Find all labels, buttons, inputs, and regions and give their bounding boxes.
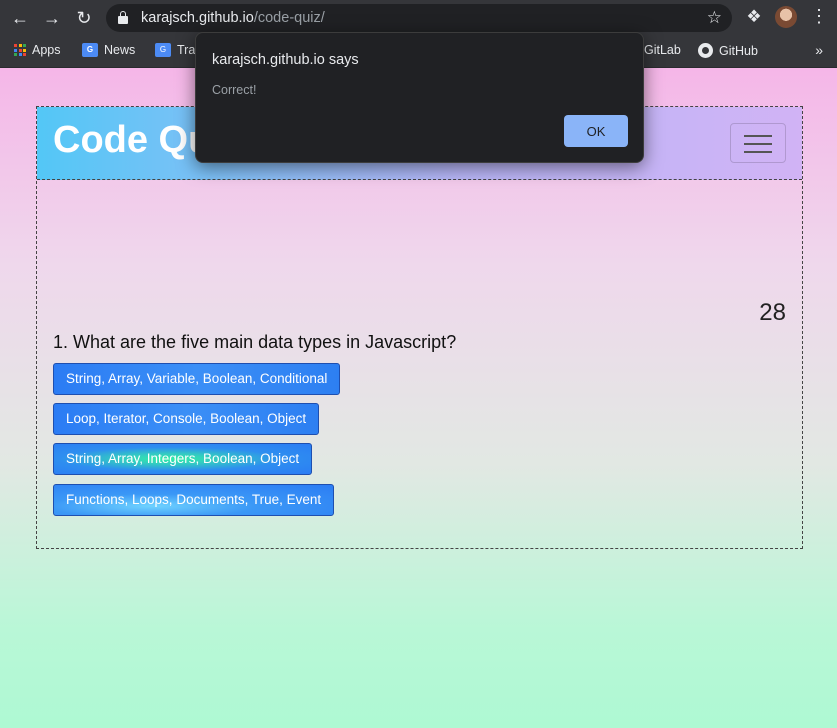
answer-button[interactable]: String, Array, Variable, Boolean, Condit…: [53, 363, 341, 395]
dialog-message: Correct!: [212, 83, 257, 97]
answer-button[interactable]: String, Array, Integers, Boolean, Object: [53, 443, 313, 475]
bookmark-label: GitHub: [719, 43, 758, 58]
puzzle-icon[interactable]: ❖: [744, 7, 764, 27]
apps-grid-icon: [14, 44, 26, 56]
forward-arrow-icon[interactable]: →: [40, 6, 64, 30]
bookmark-translate[interactable]: G Tra: [155, 43, 195, 57]
google-news-icon: G: [82, 43, 98, 57]
quiz-container: Code Quiz 28 1. What are the five main d…: [36, 106, 803, 549]
bookmarks-overflow-icon[interactable]: »: [815, 42, 823, 58]
github-icon: [698, 43, 713, 58]
browser-toolbar: ← → ↻ karajsch.github.io/code-quiz/ ☆ ❖ …: [0, 0, 837, 36]
page-background: Code Quiz 28 1. What are the five main d…: [0, 68, 837, 728]
question-text: 1. What are the five main data types in …: [53, 332, 457, 352]
vertical-dots-icon[interactable]: ⋮: [810, 6, 828, 27]
timer-display: 28: [759, 299, 786, 326]
star-icon[interactable]: ☆: [707, 8, 722, 28]
bookmark-gitlab[interactable]: GitLab: [644, 43, 681, 57]
google-translate-icon: G: [155, 43, 171, 57]
hamburger-menu-icon[interactable]: [730, 123, 786, 163]
bookmark-news[interactable]: G News: [82, 43, 135, 57]
alert-dialog: karajsch.github.io says Correct! OK: [195, 32, 644, 163]
url-text[interactable]: karajsch.github.io/code-quiz/: [141, 10, 325, 26]
bookmark-github[interactable]: GitHub: [698, 43, 758, 58]
ok-button[interactable]: OK: [564, 115, 628, 147]
reload-icon[interactable]: ↻: [72, 6, 96, 30]
bookmark-apps[interactable]: Apps: [14, 43, 61, 57]
answer-button[interactable]: Functions, Loops, Documents, True, Event: [53, 484, 335, 516]
bookmark-label: Apps: [32, 43, 61, 57]
bookmark-label: GitLab: [644, 43, 681, 57]
answer-button[interactable]: Loop, Iterator, Console, Boolean, Object: [53, 403, 320, 435]
address-bar[interactable]: karajsch.github.io/code-quiz/ ☆: [106, 4, 732, 32]
dialog-title: karajsch.github.io says: [212, 52, 359, 68]
url-path: /code-quiz/: [253, 10, 325, 26]
bookmark-label: Tra: [177, 43, 196, 57]
url-host: karajsch.github.io: [141, 10, 254, 26]
profile-avatar[interactable]: [775, 6, 797, 28]
bookmark-label: News: [104, 43, 136, 57]
lock-icon[interactable]: [118, 11, 128, 25]
back-arrow-icon[interactable]: ←: [8, 6, 32, 30]
